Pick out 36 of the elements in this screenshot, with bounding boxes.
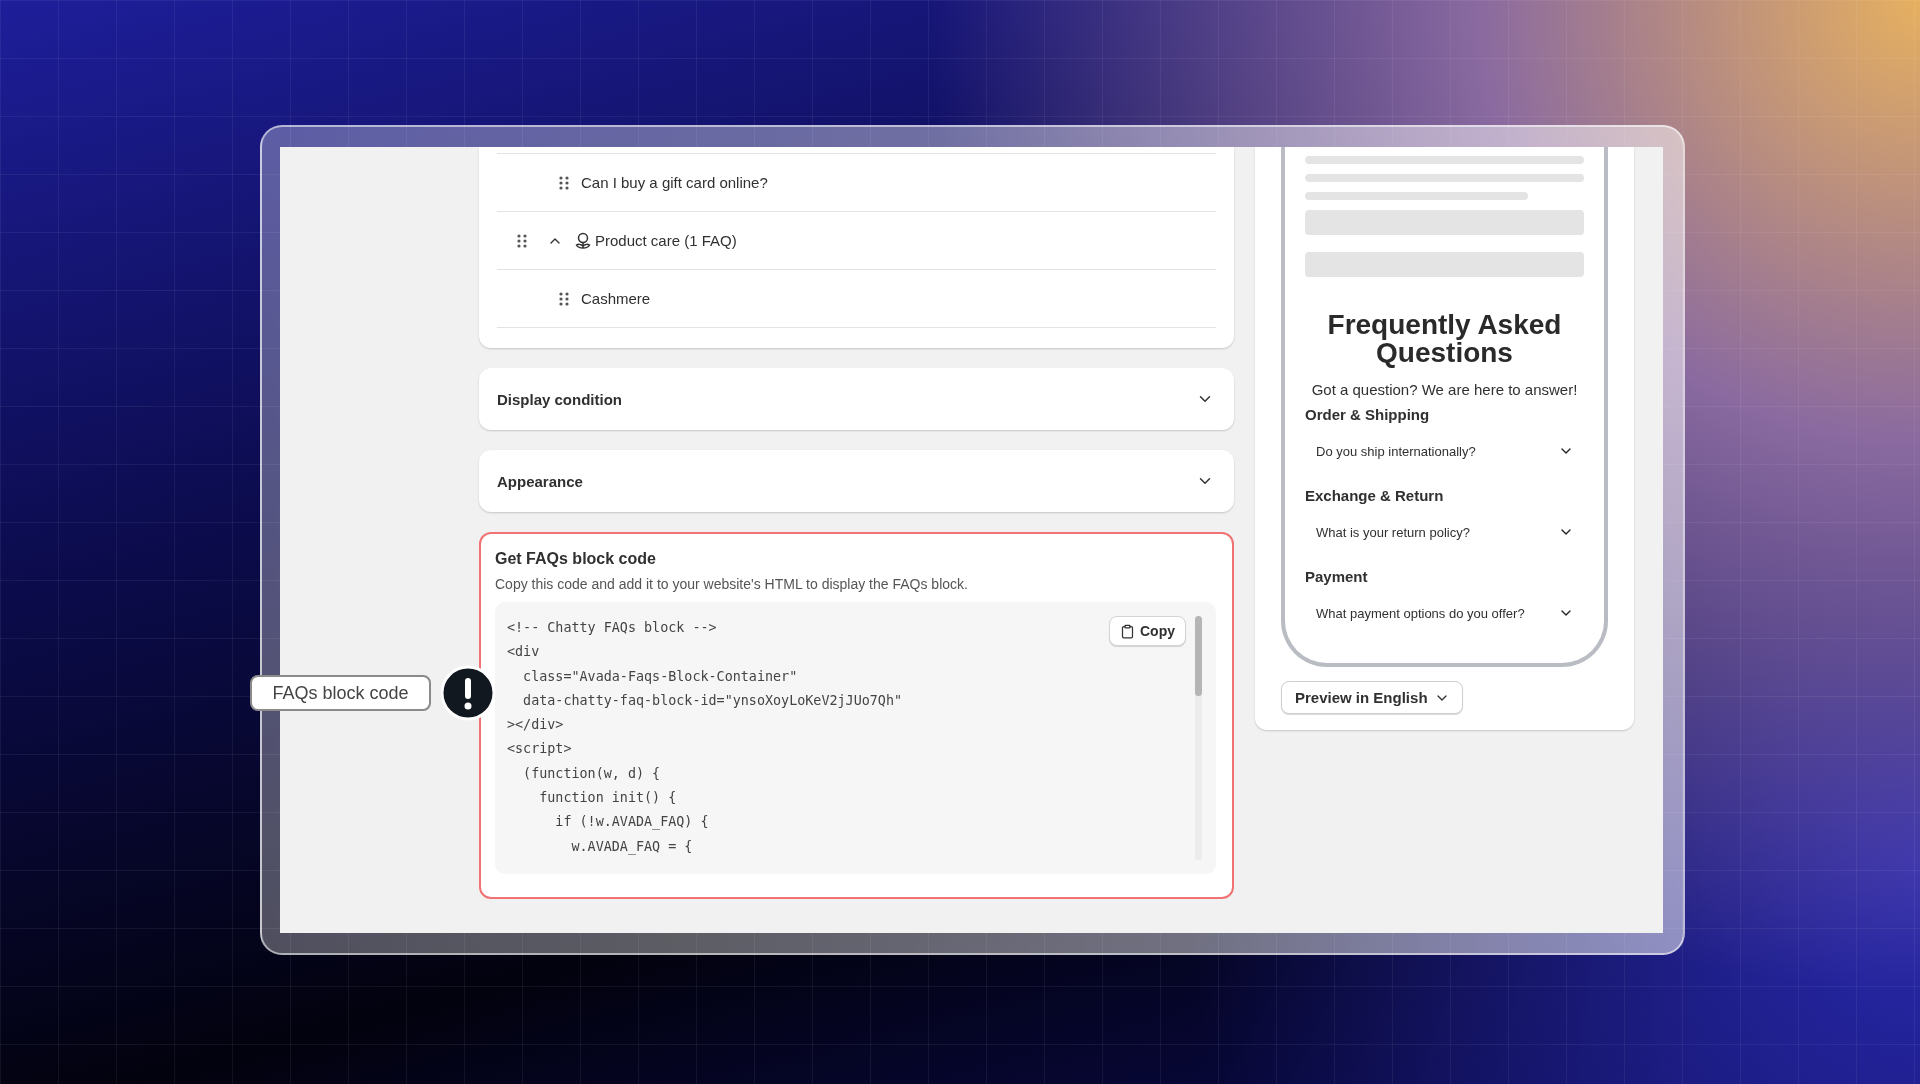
section-title: Display condition [497, 390, 622, 408]
code-line: function init() { [538, 789, 677, 808]
faq-group-title: Exchange & Return [1305, 487, 1445, 504]
faq-question[interactable]: Do you ship internationally? [1316, 443, 1476, 459]
code-line: if (!w.AVADA_FAQ) { [554, 813, 709, 832]
scrollbar[interactable] [1195, 616, 1202, 860]
code-line: <script> [507, 740, 572, 759]
faq-question[interactable]: Can I buy a gift card online? [581, 174, 768, 191]
collapsible-section[interactable]: Display condition [479, 368, 1234, 430]
preview-subtitle: Got a question? We are here to answer! [1310, 381, 1579, 398]
faq-group-title: Payment [1305, 568, 1369, 585]
copy-button[interactable]: Copy [1109, 616, 1186, 646]
preview-title: Frequently Asked Questions [1326, 311, 1563, 367]
plant-icon [575, 231, 591, 250]
code-line: class="Avada-Faqs-Block-Container" [522, 667, 798, 686]
faq-group-title: Order & Shipping [1305, 406, 1431, 423]
code-line: <!-- Chatty FAQs block --> [507, 619, 717, 637]
card-title: Get FAQs block code [495, 550, 657, 568]
card-description: Copy this code and add it to your website's HTML to display the FAQs block. [495, 576, 969, 592]
code-line: w.AVADA_FAQ = { [570, 837, 693, 857]
clipboard-icon [1120, 623, 1135, 639]
code-line: <div [507, 643, 540, 662]
drag-handle-icon[interactable] [559, 175, 569, 190]
collapsible-section[interactable]: Appearance [479, 450, 1234, 512]
code-line: data-chatty-faq-block-id="ynsoXoyLoKeV2jJUo7Qh" [522, 691, 903, 710]
faq-question[interactable]: What is your return policy? [1316, 524, 1470, 540]
drag-handle-icon[interactable] [517, 233, 527, 248]
callout-label: FAQs block code [250, 675, 431, 711]
faq-question[interactable]: Cashmere [581, 290, 651, 307]
section-title: Appearance [497, 472, 583, 490]
drag-handle-icon[interactable] [559, 291, 569, 306]
faq-question[interactable]: What payment options do you offer? [1316, 605, 1525, 621]
faq-category[interactable]: Product care (1 FAQ) [595, 232, 737, 249]
code-line: ></div> [507, 716, 564, 735]
code-line: (function(w, d) { [522, 764, 661, 783]
language-dropdown[interactable]: Preview in English [1281, 681, 1463, 714]
